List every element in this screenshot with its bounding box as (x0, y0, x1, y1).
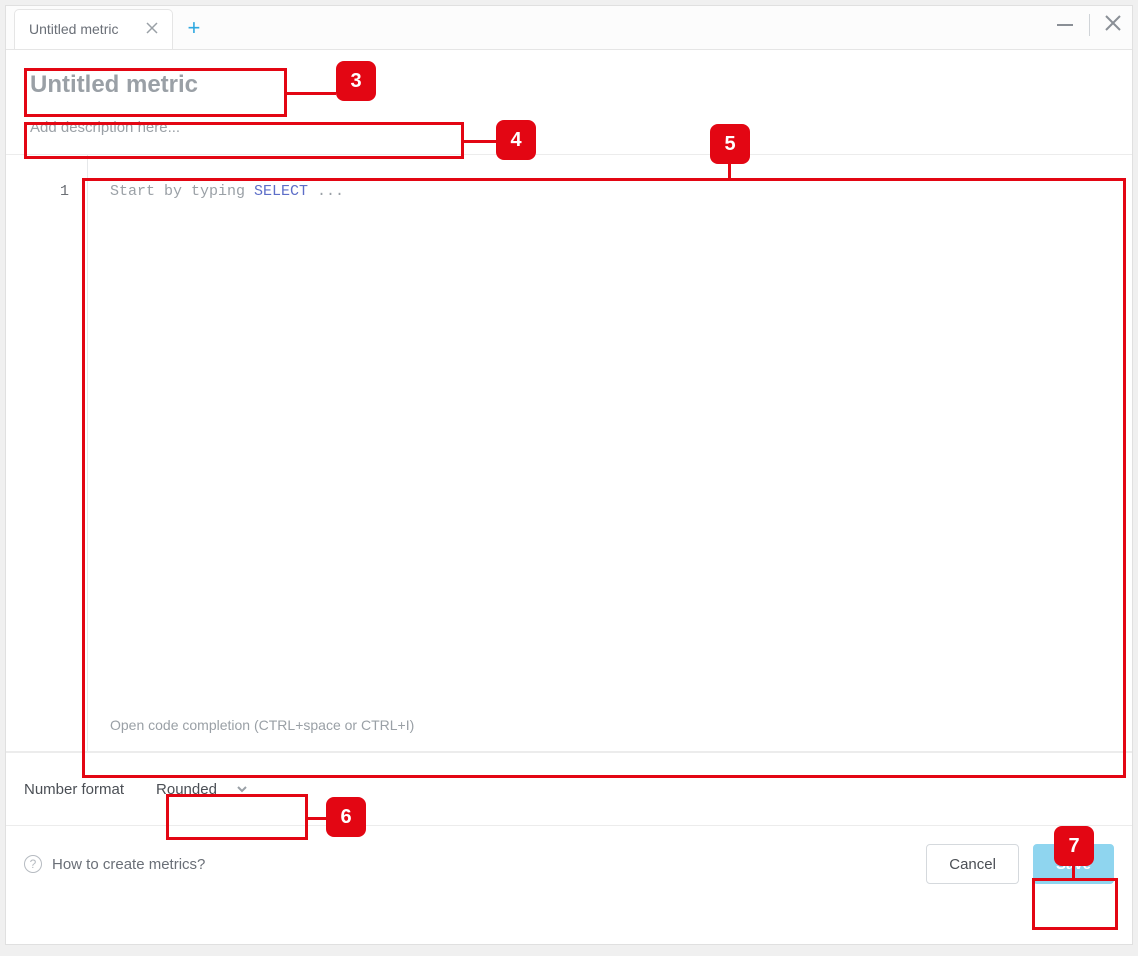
help-link[interactable]: ? How to create metrics? (24, 855, 205, 873)
close-window-icon[interactable] (1104, 12, 1122, 38)
metric-description-input[interactable]: Add description here... (24, 111, 456, 144)
number-format-row: Number format Rounded (6, 752, 1132, 826)
number-format-label: Number format (24, 781, 124, 798)
line-gutter: 1 (6, 155, 88, 751)
placeholder-prefix: Start by typing (110, 183, 254, 200)
pointer-6 (308, 817, 326, 820)
tab-bar: Untitled metric + (6, 6, 1132, 50)
tab-label: Untitled metric (29, 21, 118, 37)
callout-3: 3 (336, 61, 376, 101)
callout-4: 4 (496, 120, 536, 160)
placeholder-keyword: SELECT (254, 183, 308, 200)
window-controls (1055, 12, 1122, 38)
line-number: 1 (60, 183, 69, 200)
tab-untitled-metric[interactable]: Untitled metric (14, 9, 173, 49)
minimize-icon[interactable] (1055, 15, 1075, 35)
metric-editor-window: Untitled metric + Untitled metric Add de… (6, 6, 1132, 944)
code-editor[interactable]: 1 Start by typing SELECT ... Open code c… (6, 155, 1132, 752)
add-tab-button[interactable]: + (173, 15, 214, 41)
callout-7: 7 (1054, 826, 1094, 866)
code-body[interactable]: Start by typing SELECT ... Open code com… (88, 155, 1132, 751)
number-format-value: Rounded (156, 781, 217, 798)
header-area: Untitled metric Add description here... (6, 50, 1132, 154)
pointer-5 (728, 164, 731, 179)
metric-title-input[interactable]: Untitled metric (24, 62, 277, 107)
chevron-down-icon (235, 782, 249, 796)
pointer-3 (287, 92, 336, 95)
pointer-7 (1072, 866, 1075, 878)
help-icon: ? (24, 855, 42, 873)
pointer-4 (464, 140, 496, 143)
window-control-divider (1089, 14, 1090, 36)
number-format-select[interactable]: Rounded (144, 775, 261, 804)
footer: ? How to create metrics? Cancel Save (6, 826, 1132, 902)
callout-5: 5 (710, 124, 750, 164)
callout-6: 6 (326, 797, 366, 837)
close-tab-icon[interactable] (146, 21, 158, 38)
code-placeholder: Start by typing SELECT ... (110, 183, 344, 200)
placeholder-suffix: ... (308, 183, 344, 200)
code-completion-hint: Open code completion (CTRL+space or CTRL… (110, 717, 414, 733)
help-text: How to create metrics? (52, 856, 205, 873)
cancel-button[interactable]: Cancel (926, 844, 1019, 884)
